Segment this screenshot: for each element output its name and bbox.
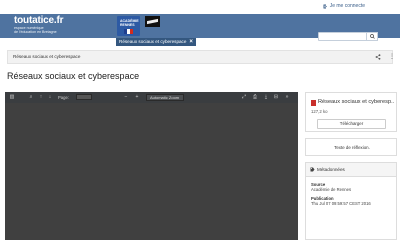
- site-logo[interactable]: toutatice.fr espace numérique de l'éduca…: [14, 15, 63, 34]
- sidebar-toggle-icon[interactable]: ▥: [9, 94, 15, 100]
- site-banner: toutatice.fr espace numérique de l'éduca…: [0, 14, 400, 41]
- share-icon[interactable]: [375, 54, 381, 60]
- source-value: Académie de Rennes: [311, 187, 352, 192]
- file-size: 127,2 ko: [311, 109, 328, 114]
- find-icon[interactable]: ⌕: [28, 94, 34, 100]
- pdf-viewer[interactable]: ▥ ⌕ ↑ ↓ Page: − + Automatic Zoom ⤢ ⎙ ⤓ ⊟…: [5, 92, 298, 240]
- more-options-icon[interactable]: ⋮: [389, 53, 395, 61]
- download-button[interactable]: Télécharger: [317, 119, 386, 129]
- partner-logo[interactable]: [145, 16, 160, 27]
- metadata-title: Métadonnées: [317, 167, 345, 172]
- reflection-card: Texte de réflexion.: [305, 138, 397, 156]
- metadata-header: Métadonnées: [306, 163, 396, 177]
- zoom-out-icon[interactable]: −: [123, 94, 129, 100]
- close-icon[interactable]: ×: [189, 38, 193, 46]
- pdf-page-area[interactable]: [5, 103, 298, 240]
- bookmark-icon[interactable]: ⊟: [273, 94, 279, 100]
- publication-value: Thu Jul 07 09:59:57 CEST 2016: [311, 201, 371, 206]
- print-icon[interactable]: ⎙: [252, 94, 258, 100]
- page-number-input[interactable]: [76, 94, 92, 100]
- reflection-text: Texte de réflexion.: [334, 145, 370, 150]
- zoom-select[interactable]: Automatic Zoom: [146, 94, 184, 101]
- search-icon: [369, 34, 375, 39]
- pdf-icon: [311, 100, 316, 106]
- login-label: Je me connecte: [329, 3, 365, 9]
- previous-page-icon[interactable]: ↑: [38, 94, 44, 100]
- download-icon[interactable]: ⤓: [263, 94, 269, 100]
- login-link[interactable]: Je me connecte: [323, 3, 365, 9]
- search-button[interactable]: [366, 32, 378, 41]
- page-label: Page:: [58, 95, 69, 100]
- brand-title: toutatice.fr: [14, 15, 64, 26]
- brand-subtitle-2: de l'éducation en Bretagne: [14, 30, 57, 35]
- tab-label: Réseaux sociaux et cyberespace: [119, 39, 187, 44]
- tag-icon: [310, 167, 315, 172]
- breadcrumb: Réseaux sociaux et cyberespace ⋮: [7, 50, 395, 64]
- breadcrumb-item[interactable]: Réseaux sociaux et cyberespace: [13, 51, 80, 63]
- file-name[interactable]: Réseaux sociaux et cyberesp...: [318, 99, 394, 105]
- file-card: Réseaux sociaux et cyberesp... 127,2 ko …: [305, 92, 397, 132]
- academy-logo[interactable]: ACADÉMIE RENNES: [117, 16, 140, 36]
- next-page-icon[interactable]: ↓: [47, 94, 53, 100]
- flag-icon: [124, 29, 133, 34]
- page-title: Réseaux sociaux et cyberespace: [7, 71, 140, 81]
- top-utility-bar: Je me connecte: [0, 0, 400, 14]
- tab-reseaux-sociaux[interactable]: Réseaux sociaux et cyberespace ×: [116, 38, 196, 46]
- metadata-card: Métadonnées Source Académie de Rennes Pu…: [305, 162, 397, 240]
- login-icon: [323, 4, 327, 8]
- zoom-in-icon[interactable]: +: [134, 94, 140, 100]
- academy-logo-text: ACADÉMIE RENNES: [120, 19, 139, 27]
- tools-icon[interactable]: »: [284, 94, 290, 100]
- fullscreen-icon[interactable]: ⤢: [241, 94, 247, 100]
